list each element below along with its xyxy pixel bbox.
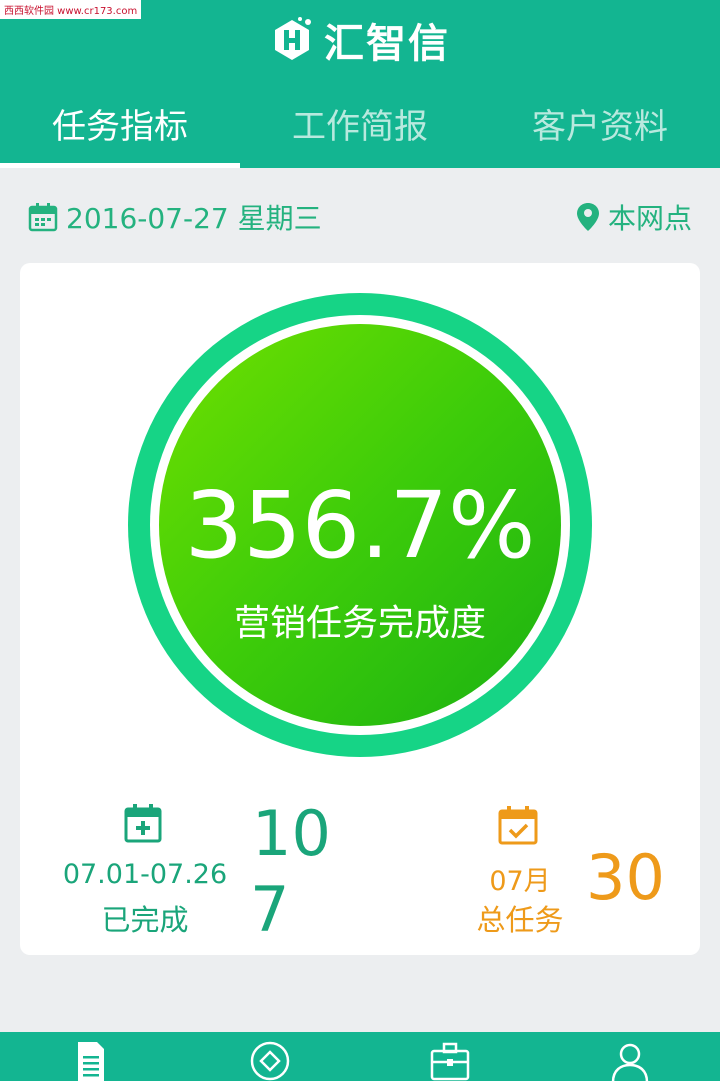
location-selector[interactable]: 本网点 <box>576 197 692 237</box>
date-text: 2016-07-27 星期三 <box>66 202 322 235</box>
location-pin-icon <box>576 203 599 231</box>
diamond-icon <box>250 1041 290 1081</box>
total-month: 07月 <box>489 866 551 897</box>
tab-bar: 任务指标 工作简报 客户资料 <box>0 92 720 168</box>
nav-item-business[interactable] <box>360 1032 540 1081</box>
calendar-check-icon <box>498 806 538 845</box>
total-value: 30 <box>586 841 665 914</box>
total-stat: 07月 总任务 30 <box>460 803 690 943</box>
brand-logo-icon <box>275 17 311 60</box>
calendar-plus-icon <box>124 804 162 843</box>
tab-work-brief[interactable]: 工作简报 <box>240 92 480 168</box>
gauge-value: 356.7% <box>184 472 536 579</box>
tab-task-metrics[interactable]: 任务指标 <box>0 92 240 168</box>
completed-label: 已完成 <box>101 903 189 937</box>
bottom-nav <box>0 1032 720 1081</box>
briefcase-icon <box>430 1042 470 1081</box>
gauge-label: 营销任务完成度 <box>233 603 486 644</box>
calendar-icon <box>28 203 58 232</box>
completed-value-line1: 10 <box>252 797 331 870</box>
app-header: 汇智信 任务指标 工作简报 客户资料 <box>0 0 720 168</box>
nav-item-documents[interactable] <box>0 1032 180 1081</box>
task-card: 356.7% 营销任务完成度 07.01-07.26 已完成 10 7 07月 … <box>20 263 700 955</box>
gauge-inner-circle: 356.7% 营销任务完成度 <box>159 324 561 726</box>
completed-range: 07.01-07.26 <box>62 859 228 890</box>
info-row: 2016-07-27 星期三 本网点 <box>28 190 692 244</box>
tab-customer-info[interactable]: 客户资料 <box>480 92 720 168</box>
nav-item-discover[interactable] <box>180 1032 360 1081</box>
total-label: 总任务 <box>476 903 564 937</box>
brand-name: 汇智信 <box>324 20 450 67</box>
completion-gauge: 356.7% 营销任务完成度 <box>128 293 592 757</box>
watermark: 西西软件园 www.cr173.com <box>0 0 142 19</box>
document-icon <box>78 1042 104 1081</box>
brand: 汇智信 <box>0 14 720 67</box>
location-text: 本网点 <box>607 202 692 235</box>
user-icon <box>611 1043 649 1081</box>
completed-value-line2: 7 <box>250 873 290 946</box>
nav-item-profile[interactable] <box>540 1032 720 1081</box>
date-display[interactable]: 2016-07-27 星期三 <box>28 197 322 237</box>
completed-stat: 07.01-07.26 已完成 10 7 <box>60 799 360 946</box>
